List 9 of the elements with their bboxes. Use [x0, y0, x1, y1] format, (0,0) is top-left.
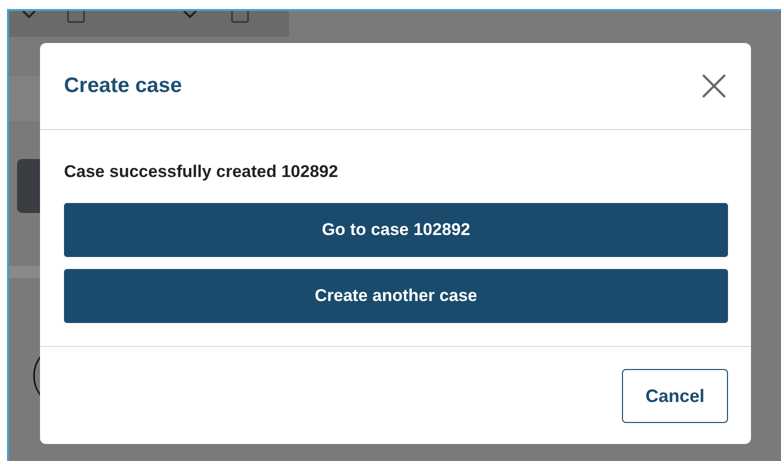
- chevron-down-icon: [21, 11, 37, 19]
- checkbox-icon: [67, 11, 85, 23]
- cancel-button[interactable]: Cancel: [622, 369, 728, 424]
- checkbox-icon: [231, 11, 249, 23]
- dialog-title: Create case: [64, 73, 182, 99]
- action-button[interactable]: Go to case 102892: [64, 202, 728, 256]
- success-message: Case successfully created 102892: [64, 161, 340, 183]
- action-button[interactable]: Create another case: [64, 268, 728, 322]
- chevron-down-icon: [182, 11, 198, 19]
